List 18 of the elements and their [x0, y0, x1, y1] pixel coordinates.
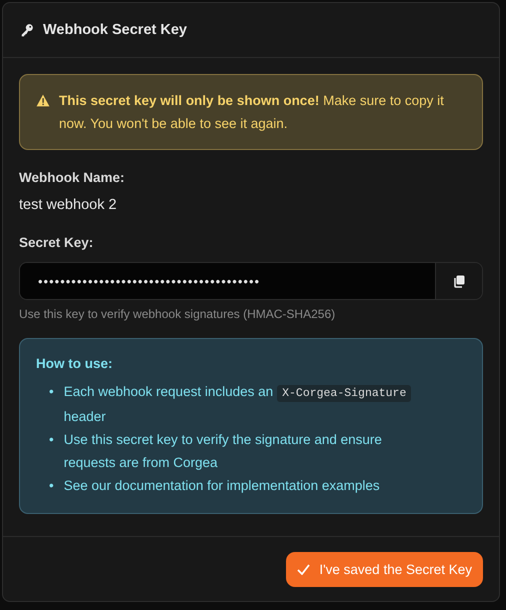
bullet: •	[49, 383, 54, 401]
dialog-title: Webhook Secret Key	[43, 22, 187, 38]
info-title: How to use:	[36, 356, 114, 371]
field-label: Secret Key:	[19, 235, 94, 250]
list-item-text: Use this secret key to verify the signature and ensure requests are from Corgea	[64, 432, 382, 470]
check-icon	[297, 564, 310, 574]
webhook-name: test webhook 2	[19, 197, 118, 213]
warning-icon	[36, 94, 50, 107]
list-item-text: Each webhook request includes an	[64, 384, 274, 399]
key-icon	[20, 23, 34, 37]
hint-text: Use this key to verify webhook signatures (HMAC-SHA256)	[19, 307, 336, 321]
list-item-text: See our documentation for implementation examples	[64, 478, 380, 493]
list-item-text: header	[64, 409, 106, 424]
bullet: •	[49, 477, 54, 495]
bullet: •	[49, 431, 54, 449]
code-snippet: X-Corgea-Signature	[277, 385, 412, 402]
field-label: Webhook Name:	[19, 170, 126, 185]
warning-text: This secret key will only be shown once! Make sure to copy it now. You won't be able to see it again.	[59, 92, 445, 133]
